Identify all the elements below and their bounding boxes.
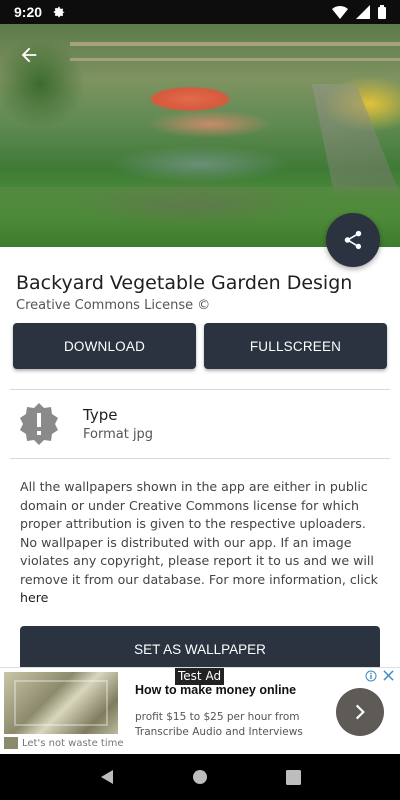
set-wallpaper-button[interactable]: SET AS WALLPAPER bbox=[20, 626, 380, 672]
adchoices-controls[interactable] bbox=[365, 670, 394, 682]
back-button[interactable] bbox=[14, 40, 44, 70]
ad-tagline-text: Let's not waste time bbox=[22, 737, 124, 749]
share-icon bbox=[344, 230, 362, 250]
wallpaper-title: Backyard Vegetable Garden Design bbox=[16, 272, 353, 294]
wallpaper-preview-image bbox=[0, 24, 400, 247]
license-text: Creative Commons License © bbox=[16, 298, 211, 313]
action-buttons: DOWNLOAD FULLSCREEN bbox=[13, 323, 387, 369]
status-bar: 9:20 bbox=[0, 0, 400, 24]
ad-tagline[interactable]: Let's not waste time bbox=[4, 737, 124, 749]
signal-icon bbox=[356, 5, 370, 19]
back-arrow-icon bbox=[21, 47, 37, 63]
battery-icon bbox=[378, 5, 386, 19]
ad-thumbnail bbox=[4, 737, 18, 749]
ad-headline[interactable]: How to make money online bbox=[135, 683, 296, 697]
type-label: Type bbox=[83, 406, 118, 424]
system-nav-bar bbox=[0, 754, 400, 800]
garden-fence-rail bbox=[70, 58, 400, 61]
nav-home-icon[interactable] bbox=[192, 769, 208, 785]
info-link[interactable]: here bbox=[20, 590, 48, 605]
divider bbox=[10, 458, 390, 459]
ad-banner[interactable]: Let's not waste time Test Ad How to make… bbox=[0, 667, 400, 754]
nav-back-icon[interactable] bbox=[99, 769, 115, 785]
garden-path bbox=[312, 84, 400, 194]
ad-next-button[interactable] bbox=[336, 688, 384, 736]
close-ad-icon[interactable] bbox=[383, 670, 394, 681]
wifi-icon bbox=[332, 6, 348, 19]
divider bbox=[10, 389, 390, 390]
copyright-notice: All the wallpapers shown in the app are … bbox=[20, 478, 386, 608]
ad-image[interactable] bbox=[4, 672, 118, 734]
status-icons bbox=[332, 5, 386, 19]
type-value: Format jpg bbox=[83, 427, 154, 442]
settings-gear-icon bbox=[53, 6, 65, 18]
garden-fence bbox=[70, 42, 400, 46]
fullscreen-button[interactable]: FULLSCREEN bbox=[204, 323, 387, 369]
chevron-right-icon bbox=[355, 704, 365, 720]
share-button[interactable] bbox=[326, 213, 380, 267]
status-time: 9:20 bbox=[14, 4, 43, 20]
notice-text: All the wallpapers shown in the app are … bbox=[20, 479, 378, 587]
adchoices-icon[interactable] bbox=[365, 670, 377, 682]
ad-body[interactable]: profit $15 to $25 per hour from Transcri… bbox=[135, 710, 325, 740]
nav-recents-icon[interactable] bbox=[286, 769, 302, 785]
alert-badge-icon bbox=[20, 403, 58, 445]
download-button[interactable]: DOWNLOAD bbox=[13, 323, 196, 369]
